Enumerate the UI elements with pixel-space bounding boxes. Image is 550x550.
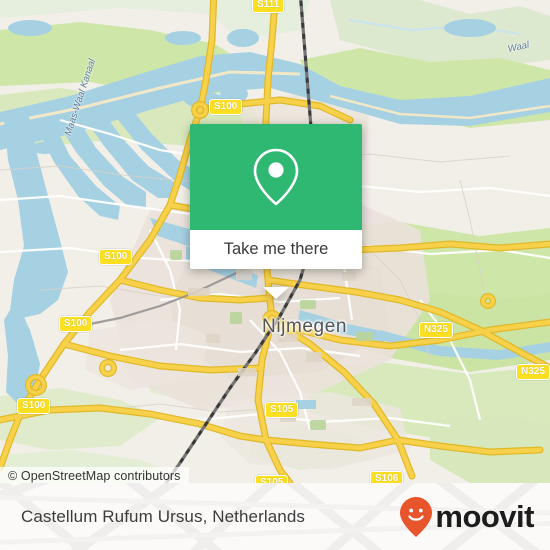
location-popup-card[interactable]: Take me there: [190, 124, 362, 299]
moovit-smile-pin-icon: [400, 496, 433, 537]
osm-attribution[interactable]: © OpenStreetMap contributors: [0, 467, 189, 483]
map-canvas[interactable]: Nijmegen Maas-Waal Kanaal Waal S111 S100…: [0, 0, 550, 483]
popup-pointer-tail: [263, 287, 289, 299]
moovit-map-screenshot: Nijmegen Maas-Waal Kanaal Waal S111 S100…: [0, 0, 550, 550]
location-title: Castellum Rufum Ursus, Netherlands: [21, 506, 305, 526]
popup-image-header[interactable]: [190, 124, 362, 230]
footer-bar: Castellum Rufum Ursus, Netherlands moovi…: [0, 483, 550, 550]
moovit-wordmark: moovit: [435, 499, 534, 534]
map-pin-icon: [253, 148, 299, 206]
moovit-logo[interactable]: moovit: [399, 496, 534, 538]
take-me-there-button[interactable]: Take me there: [190, 230, 362, 269]
